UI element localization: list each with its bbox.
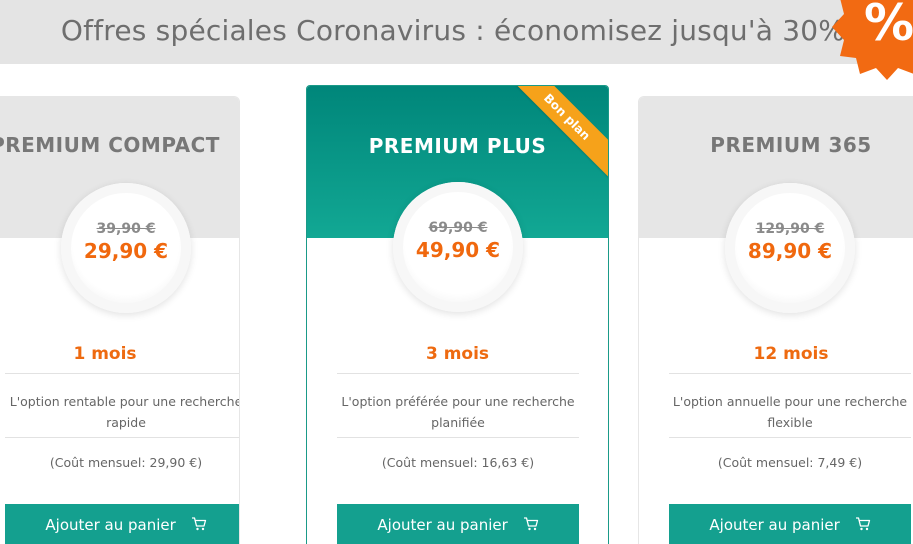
plan-description: L'option rentable pour une recherche rap… (9, 394, 240, 430)
add-to-cart-label: Ajouter au panier (709, 516, 840, 534)
badge-percent-text: % (864, 0, 913, 52)
divider (5, 373, 239, 374)
plan-duration: 3 mois (425, 344, 490, 364)
plan-title: PREMIUM 365 (710, 133, 872, 157)
add-to-cart-label: Ajouter au panier (45, 516, 176, 534)
add-to-cart-button[interactable]: Ajouter au panier (669, 504, 911, 544)
old-price: 39,90 € (96, 221, 156, 237)
plan-card-premium-plus: Bon plan PREMIUM PLUS 69,90 € 49,90 € 3 … (306, 85, 609, 544)
divider (669, 437, 911, 438)
plan-card-premium-compact: PREMIUM COMPACT 39,90 € 29,90 € 1 mois L… (0, 96, 240, 544)
plan-description: L'option annuelle pour une recherche fle… (672, 394, 908, 430)
old-price: 129,90 € (755, 221, 825, 237)
add-to-cart-button[interactable]: Ajouter au panier (5, 504, 239, 544)
plan-duration: 1 mois (73, 344, 137, 364)
banner-title: Offres spéciales Coronavirus : économise… (60, 14, 846, 47)
new-price: 89,90 € (747, 239, 833, 263)
plan-title: PREMIUM PLUS (368, 134, 547, 158)
add-to-cart-button[interactable]: Ajouter au panier (337, 504, 579, 544)
monthly-cost: (Coût mensuel: 16,63 €) (381, 455, 535, 470)
monthly-cost: (Coût mensuel: 29,90 €) (49, 455, 203, 470)
cart-icon (191, 517, 206, 531)
plan-card-premium-365: PREMIUM 365 129,90 € 89,90 € 12 mois L'o… (638, 96, 913, 544)
old-price: 69,90 € (428, 220, 488, 236)
cart-icon (855, 517, 870, 531)
monthly-cost: (Coût mensuel: 7,49 €) (717, 455, 863, 470)
plan-title: PREMIUM COMPACT (0, 133, 220, 157)
price-circle: 129,90 € 89,90 € (725, 183, 855, 313)
new-price: 49,90 € (415, 238, 501, 262)
divider (669, 373, 911, 374)
plan-duration: 12 mois (753, 344, 829, 364)
price-circle: 39,90 € 29,90 € (61, 183, 191, 313)
price-circle: 69,90 € 49,90 € (393, 182, 523, 312)
divider (337, 437, 579, 438)
divider (337, 373, 579, 374)
promo-banner: Offres spéciales Coronavirus : économise… (0, 0, 913, 64)
new-price: 29,90 € (83, 239, 169, 263)
cart-icon (523, 517, 538, 531)
plan-description: L'option préférée pour une recherche pla… (341, 394, 575, 430)
add-to-cart-label: Ajouter au panier (377, 516, 508, 534)
divider (5, 437, 239, 438)
